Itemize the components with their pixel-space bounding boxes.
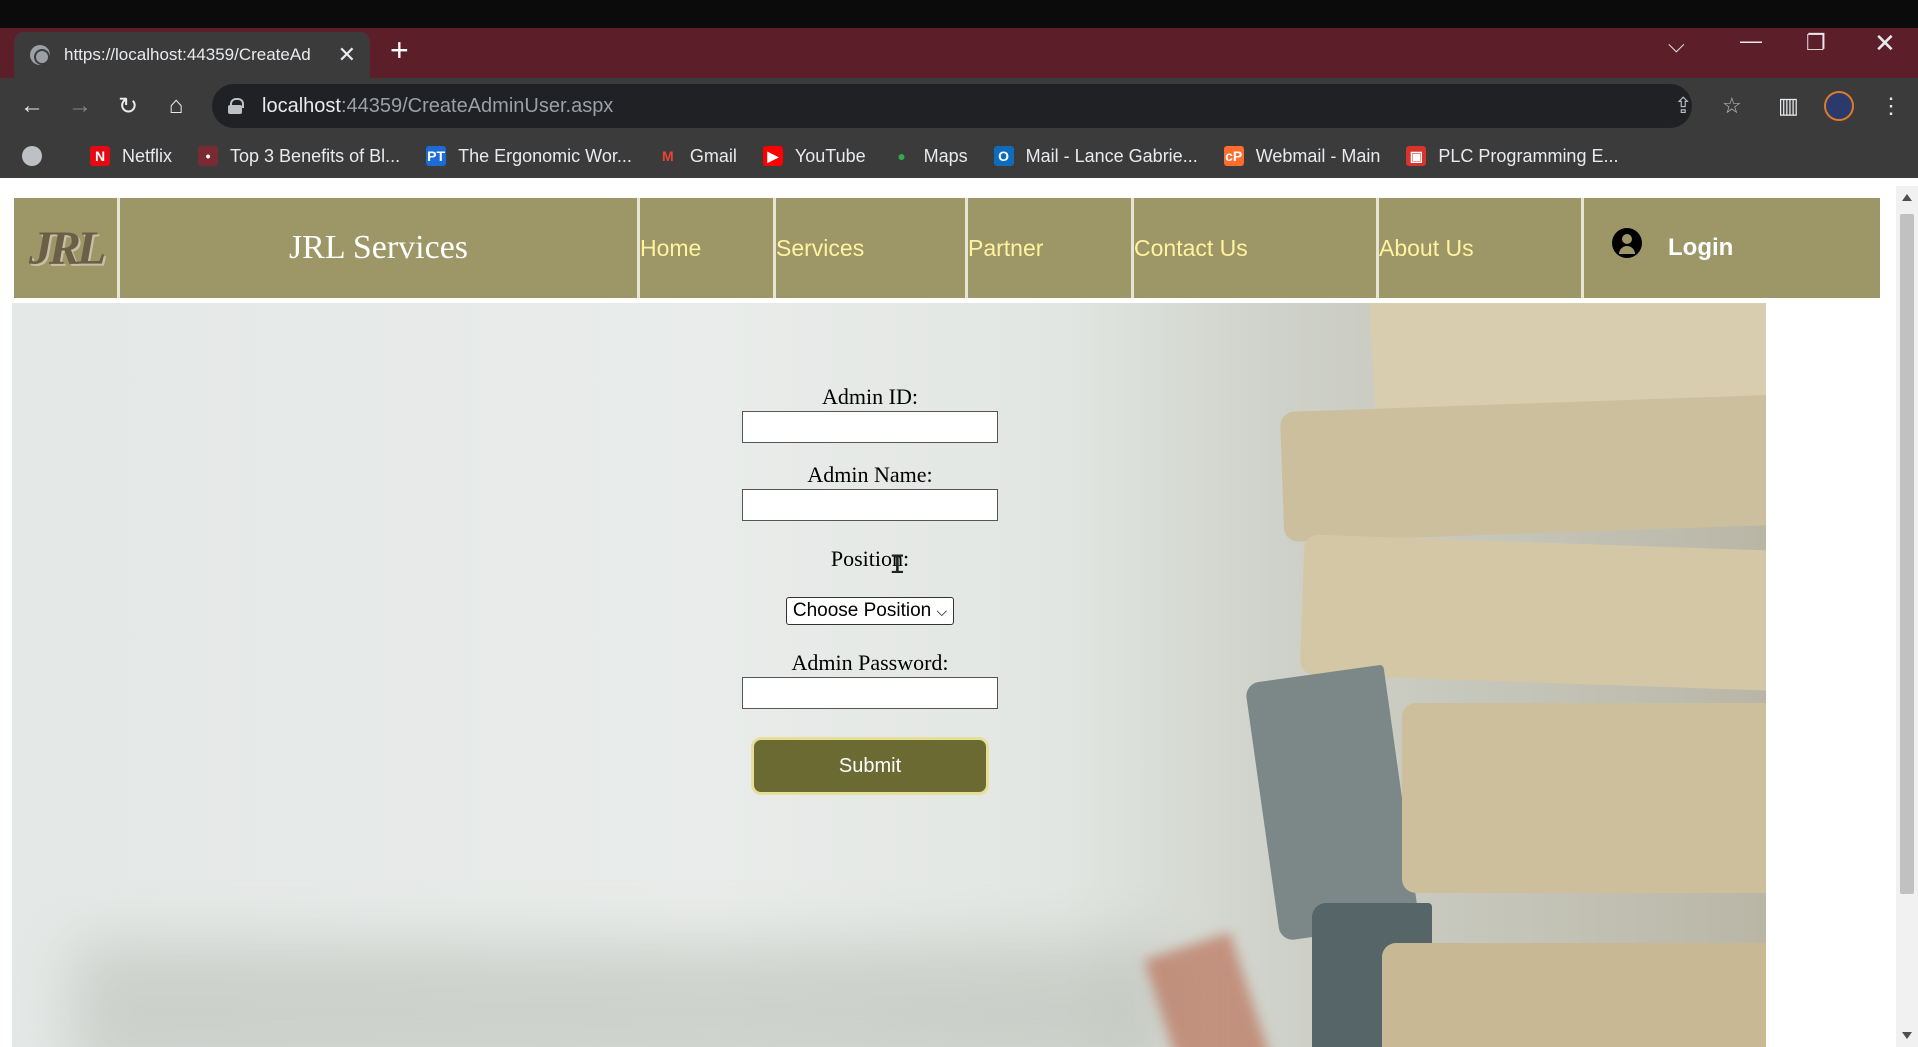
side-panel-icon[interactable]: ▥	[1778, 88, 1799, 124]
bookmark-item[interactable]: ● Maps	[892, 145, 968, 167]
profile-avatar[interactable]	[1824, 88, 1854, 124]
tab-search-icon[interactable]: ⌵	[1668, 32, 1685, 58]
page-viewport: JRL JRL Services Home Services Partner C…	[0, 178, 1918, 1047]
nav-services[interactable]: Services	[776, 198, 968, 298]
nav-about-us[interactable]: About Us	[1379, 198, 1584, 298]
cpanel-icon: cP	[1223, 146, 1244, 166]
tab-bar: https://localhost:44359/CreateAd ✕ + ⌵ —…	[0, 28, 1918, 78]
lock-icon[interactable]	[228, 98, 244, 114]
hero-background: Admin ID: Admin Name: Position: Choose P…	[12, 303, 1766, 1047]
chevron-down-icon: ⌵	[936, 603, 948, 619]
bookmark-item[interactable]: cP Webmail - Main	[1223, 145, 1381, 167]
home-icon[interactable]: ⌂	[158, 88, 194, 124]
netflix-icon: N	[90, 146, 110, 166]
scroll-up-icon[interactable]	[1902, 194, 1912, 201]
bookmark-label: Netflix	[122, 145, 173, 166]
back-icon[interactable]: ←	[14, 88, 50, 124]
login-label: Login	[1668, 234, 1734, 261]
plc-icon: ▣	[1406, 146, 1427, 166]
bookmark-label: Webmail - Main	[1255, 145, 1381, 166]
minimize-icon[interactable]: —	[1740, 28, 1762, 54]
bookmark-label: Maps	[923, 145, 968, 166]
position-label: Position:	[830, 546, 910, 571]
bookmark-label: YouTube	[794, 145, 866, 166]
site-navbar: JRL JRL Services Home Services Partner C…	[14, 198, 1880, 298]
bookmark-item[interactable]: • Top 3 Benefits of Bl...	[198, 146, 400, 167]
globe-icon	[30, 45, 50, 65]
bookmark-item[interactable]: ▣ PLC Programming E...	[1406, 146, 1618, 167]
url-host: localhost	[262, 94, 341, 117]
admin-name-label: Admin Name:	[807, 462, 933, 487]
text-cursor-icon: I	[889, 551, 906, 582]
maps-icon: ●	[897, 148, 906, 164]
bookmark-label: Top 3 Benefits of Bl...	[230, 145, 401, 166]
submit-button[interactable]: Submit	[751, 737, 989, 795]
restore-icon[interactable]: ❐	[1806, 30, 1826, 56]
pt-icon: PT	[426, 146, 447, 166]
bookmark-label: Gmail	[689, 145, 737, 166]
browser-tab[interactable]: https://localhost:44359/CreateAd ✕	[14, 32, 370, 78]
tab-title: https://localhost:44359/CreateAd	[64, 45, 311, 64]
url-path: :44359/CreateAdminUser.aspx	[340, 94, 614, 117]
create-admin-form: Admin ID: Admin Name: Position: Choose P…	[732, 383, 1008, 795]
scroll-down-icon[interactable]	[1902, 1032, 1912, 1039]
close-tab-icon[interactable]: ✕	[338, 44, 356, 66]
bookmark-item[interactable]	[22, 146, 64, 166]
bookmark-item[interactable]: PT The Ergonomic Wor...	[426, 146, 632, 167]
window-top-strip	[0, 0, 1918, 28]
admin-id-label: Admin ID:	[822, 384, 918, 409]
admin-password-input[interactable]	[742, 677, 998, 709]
share-icon[interactable]: ⇪	[1674, 84, 1692, 128]
scroll-thumb[interactable]	[1900, 214, 1914, 894]
bookmark-item[interactable]: M Gmail	[658, 146, 737, 167]
nav-contact-us[interactable]: Contact Us	[1134, 198, 1379, 298]
page-scrollbar[interactable]	[1896, 186, 1918, 1047]
books-image	[1244, 303, 1766, 1047]
site-icon: •	[198, 146, 219, 166]
nav-home[interactable]: Home	[640, 198, 776, 298]
gmail-icon: M	[662, 148, 674, 164]
bookmarks-bar: N Netflix • Top 3 Benefits of Bl... PT The Er…	[0, 134, 1918, 178]
bookmark-label: The Ergonomic Wor...	[458, 145, 632, 166]
site-logo[interactable]: JRL	[14, 198, 120, 298]
bookmark-label: Mail - Lance Gabrie...	[1025, 145, 1198, 166]
admin-password-label: Admin Password:	[791, 650, 949, 675]
bookmark-item[interactable]: N Netflix	[90, 146, 172, 167]
close-window-icon[interactable]: ✕	[1874, 28, 1896, 59]
admin-id-input[interactable]	[742, 411, 998, 443]
nav-partner[interactable]: Partner	[968, 198, 1134, 298]
youtube-icon: ▶	[762, 146, 783, 166]
outlook-icon: O	[993, 146, 1014, 166]
site-brand: JRL Services	[120, 198, 640, 298]
admin-name-input[interactable]	[742, 489, 998, 521]
browser-toolbar: ← → ↻ ⌂ localhost:44359/CreateAdminUser.…	[0, 78, 1918, 134]
globe-icon	[22, 146, 42, 166]
position-select[interactable]: Choose Position ⌵	[785, 597, 955, 625]
menu-kebab-icon[interactable]: ⋮	[1880, 88, 1902, 124]
address-bar[interactable]: localhost:44359/CreateAdminUser.aspx ⇪ ☆	[212, 84, 1742, 128]
new-tab-icon[interactable]: +	[390, 34, 409, 66]
bookmark-label: PLC Programming E...	[1438, 145, 1619, 166]
forward-icon[interactable]: →	[62, 88, 98, 124]
bookmark-item[interactable]: ▶ YouTube	[762, 145, 866, 167]
bookmark-star-icon[interactable]: ☆	[1722, 84, 1742, 128]
reload-icon[interactable]: ↻	[110, 88, 146, 124]
nav-login[interactable]: Login	[1584, 198, 1880, 298]
bookmark-item[interactable]: O Mail - Lance Gabrie...	[993, 145, 1198, 167]
user-icon	[1612, 228, 1642, 258]
